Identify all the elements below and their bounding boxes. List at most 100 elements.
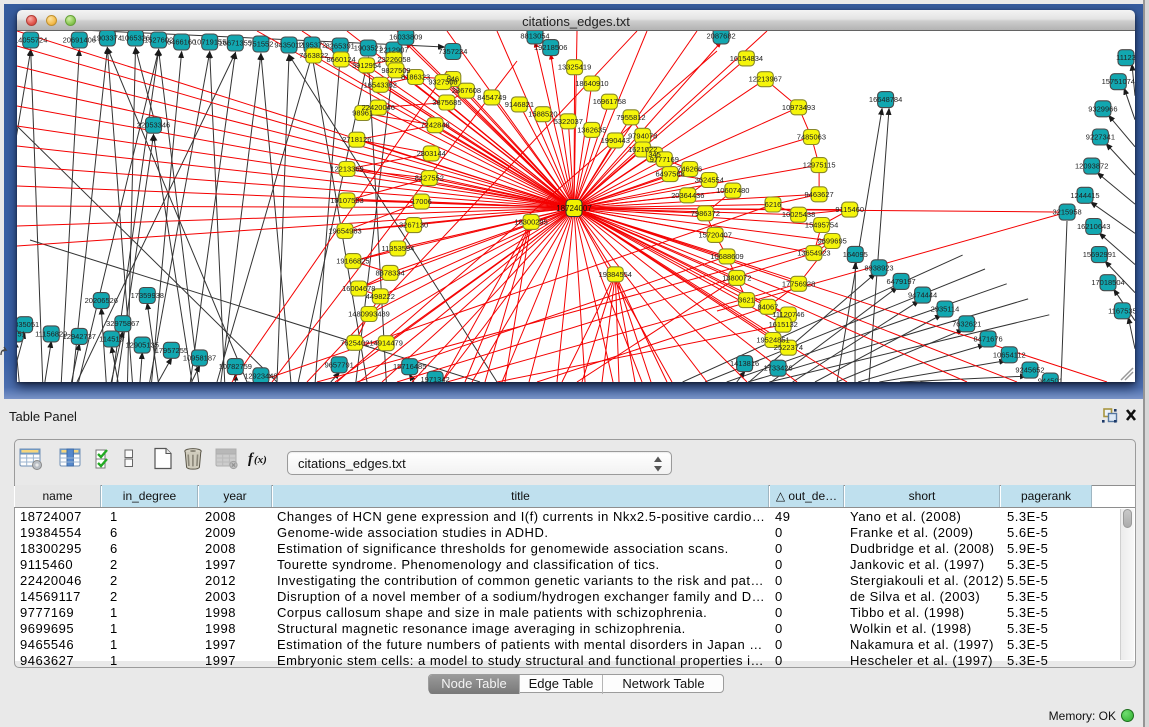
svg-text:18300295: 18300295 (514, 217, 547, 226)
svg-text:3624554: 3624554 (695, 176, 724, 185)
svg-text:22053346: 22053346 (137, 121, 170, 130)
svg-text:164095: 164095 (843, 250, 868, 259)
svg-text:114519: 114519 (99, 335, 123, 344)
svg-text:16154834: 16154834 (730, 54, 763, 63)
svg-text:1195372: 1195372 (298, 41, 327, 50)
svg-text:13654923: 13654923 (797, 249, 830, 258)
svg-text:7242848: 7242848 (420, 121, 449, 130)
svg-text:17756928: 17756928 (782, 279, 815, 288)
svg-text:16961758: 16961758 (593, 97, 626, 106)
svg-text:8427552: 8427552 (415, 174, 444, 183)
svg-text:15751074: 15751074 (1102, 77, 1135, 86)
svg-text:11353594: 11353594 (381, 244, 414, 253)
svg-text:1362635: 1362635 (577, 125, 606, 134)
svg-text:12213967: 12213967 (749, 75, 782, 84)
svg-text:944501: 944501 (1038, 377, 1063, 382)
svg-text:2718126: 2718126 (342, 135, 371, 144)
svg-text:10782759: 10782759 (219, 362, 252, 371)
svg-text:2522374: 2522374 (774, 343, 803, 352)
svg-text:6479197: 6479197 (886, 277, 915, 286)
svg-text:15716485: 15716485 (393, 362, 426, 371)
svg-text:20206526: 20206526 (85, 296, 118, 305)
svg-text:8454749: 8454749 (477, 93, 506, 102)
svg-text:10107553: 10107553 (330, 196, 363, 205)
svg-text:3267130: 3267130 (399, 221, 428, 230)
svg-text:2212907: 2212907 (379, 46, 408, 55)
svg-text:7663822: 7663822 (299, 51, 328, 60)
svg-text:1835051: 1835051 (17, 320, 39, 329)
svg-text:13325419: 13325419 (558, 63, 591, 72)
svg-text:1413816: 1413816 (730, 359, 759, 368)
svg-text:2935114: 2935114 (931, 305, 960, 314)
svg-text:11120746: 11120746 (772, 310, 804, 319)
svg-text:7625402: 7625402 (340, 338, 369, 347)
svg-text:14055724: 14055724 (17, 36, 47, 45)
svg-text:12975115: 12975115 (803, 161, 836, 170)
svg-text:1480993489: 1480993489 (348, 310, 390, 319)
svg-text:6216: 6216 (765, 200, 782, 209)
svg-text:14914479: 14914479 (370, 339, 403, 348)
svg-text:17006: 17006 (411, 197, 432, 206)
svg-text:1880072: 1880072 (722, 273, 751, 282)
svg-text:11123: 11123 (1116, 53, 1135, 62)
svg-text:15692991: 15692991 (1083, 250, 1116, 259)
svg-text:17018504: 17018504 (1091, 278, 1124, 287)
svg-text:12093872: 12093872 (1075, 162, 1108, 171)
svg-text:16648784: 16648784 (869, 95, 902, 104)
svg-text:751552: 751552 (248, 40, 273, 49)
svg-text:15495754: 15495754 (805, 221, 838, 230)
svg-text:1244415: 1244415 (1070, 191, 1099, 200)
svg-text:9657791: 9657791 (325, 360, 354, 369)
svg-text:2087682: 2087682 (706, 31, 735, 40)
svg-text:8265391: 8265391 (326, 42, 355, 51)
svg-text:8186323: 8186323 (401, 73, 430, 82)
svg-text:7955812: 7955812 (616, 113, 645, 122)
svg-text:6466160: 6466160 (167, 38, 196, 47)
svg-text:(x): (x) (254, 454, 267, 466)
svg-text:10688609: 10688609 (710, 252, 743, 261)
svg-text:2803144: 2803144 (417, 149, 446, 158)
svg-text:98961: 98961 (352, 109, 373, 118)
svg-text:19384554: 19384554 (599, 270, 632, 279)
svg-text:8471676: 8471676 (973, 334, 1002, 343)
svg-text:16671355: 16671355 (219, 39, 252, 48)
svg-text:1733426: 1733426 (763, 364, 792, 373)
svg-text:6497568: 6497568 (655, 170, 684, 179)
svg-text:7485063: 7485063 (797, 133, 826, 142)
svg-text:9463627: 9463627 (804, 190, 833, 199)
svg-text:23226058: 23226058 (377, 55, 410, 64)
svg-text:19166825: 19166825 (336, 257, 369, 266)
svg-text:20364436: 20364436 (671, 191, 704, 200)
svg-text:9699695: 9699695 (818, 237, 847, 246)
svg-text:3875685: 3875685 (432, 98, 461, 107)
svg-text:12942737: 12942737 (63, 332, 96, 341)
svg-text:8938923: 8938923 (864, 263, 893, 272)
svg-text:16543362: 16543362 (364, 80, 397, 89)
svg-text:9245652: 9245652 (1015, 366, 1044, 375)
svg-text:1903374: 1903374 (93, 34, 122, 43)
svg-text:18640910: 18640910 (575, 79, 608, 88)
svg-text:9777169: 9777169 (650, 155, 679, 164)
svg-text:10973493: 10973493 (782, 103, 815, 112)
svg-text:39151: 39151 (17, 329, 26, 338)
svg-text:9329966: 9329966 (1088, 104, 1117, 113)
svg-text:16210643: 16210643 (1077, 222, 1110, 231)
svg-text:19654983: 19654983 (328, 227, 361, 236)
svg-text:1971342: 1971342 (420, 375, 449, 382)
svg-text:18724007: 18724007 (556, 204, 592, 213)
svg-text:1990443: 1990443 (601, 136, 630, 145)
svg-text:7632621: 7632621 (952, 319, 981, 328)
svg-text:8878334: 8878334 (375, 268, 404, 277)
svg-text:3621: 3621 (738, 296, 755, 305)
svg-text:17359938: 17359938 (131, 291, 164, 300)
svg-text:10654112: 10654112 (993, 350, 1026, 359)
svg-text:10958187: 10958187 (183, 353, 216, 362)
svg-text:32975867: 32975867 (106, 319, 139, 328)
svg-text:19218506: 19218506 (534, 43, 567, 52)
svg-text:20691406: 20691406 (63, 36, 96, 45)
svg-text:10607480: 10607480 (716, 186, 749, 195)
svg-text:9794078: 9794078 (628, 131, 657, 140)
svg-text:3215958: 3215958 (1052, 208, 1081, 217)
svg-text:12923448: 12923448 (244, 371, 277, 380)
svg-text:9474444: 9474444 (908, 291, 937, 300)
